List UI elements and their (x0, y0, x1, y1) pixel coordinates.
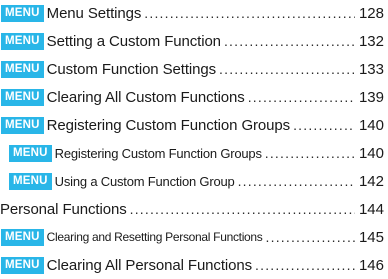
toc-entry-clearing-resetting-personal-functions[interactable]: MENU Clearing and Resetting Personal Fun… (0, 224, 388, 250)
toc-entry-menu-settings[interactable]: MENU Menu Settings 128 (0, 0, 388, 26)
dot-leader (144, 5, 355, 21)
toc-entry-page: 133 (358, 60, 384, 78)
dot-leader (293, 117, 355, 133)
toc-entry-page: 140 (358, 144, 384, 162)
toc-entry-title: Registering Custom Function Groups (46, 116, 291, 134)
toc-entry-clearing-all-custom-functions[interactable]: MENU Clearing All Custom Functions 139 (0, 84, 388, 110)
table-of-contents: MENU Menu Settings 128 MENU Setting a Cu… (0, 0, 388, 279)
toc-entry-personal-functions[interactable]: Personal Functions 144 (0, 196, 388, 222)
menu-badge: MENU (9, 172, 52, 190)
toc-entry-page: 142 (358, 172, 384, 190)
dot-leader (265, 145, 355, 161)
toc-entry-title: Using a Custom Function Group (54, 173, 235, 189)
toc-entry-title: Personal Functions (0, 200, 127, 218)
menu-badge: MENU (9, 144, 52, 162)
dot-leader (224, 33, 355, 49)
toc-entry-title: Clearing All Custom Functions (46, 88, 245, 106)
dot-leader (255, 257, 355, 273)
menu-badge: MENU (1, 32, 44, 50)
toc-subentry-using-custom-function-group[interactable]: MENU Using a Custom Function Group 142 (0, 168, 388, 194)
menu-badge: MENU (1, 256, 44, 274)
toc-entry-setting-custom-function[interactable]: MENU Setting a Custom Function 132 (0, 28, 388, 54)
menu-badge: MENU (1, 4, 44, 22)
toc-entry-page: 132 (358, 32, 384, 50)
menu-badge: MENU (1, 116, 44, 134)
dot-leader (219, 61, 355, 77)
toc-entry-page: 145 (358, 228, 384, 246)
dot-leader (248, 89, 355, 105)
dot-leader (266, 229, 355, 245)
toc-entry-title: Registering Custom Function Groups (54, 145, 262, 161)
toc-entry-clearing-all-personal-functions[interactable]: MENU Clearing All Personal Functions 146 (0, 252, 388, 278)
dot-leader (130, 201, 355, 217)
toc-entry-page: 140 (358, 116, 384, 134)
toc-entry-title: Clearing and Resetting Personal Function… (46, 230, 263, 244)
menu-badge: MENU (1, 228, 44, 246)
toc-entry-title: Menu Settings (46, 4, 142, 22)
toc-entry-title: Custom Function Settings (46, 60, 217, 78)
toc-entry-custom-function-settings[interactable]: MENU Custom Function Settings 133 (0, 56, 388, 82)
toc-entry-page: 139 (358, 88, 384, 106)
dot-leader (238, 173, 355, 189)
toc-subentry-registering-custom-function-groups[interactable]: MENU Registering Custom Function Groups … (0, 140, 388, 166)
toc-entry-registering-custom-function-groups[interactable]: MENU Registering Custom Function Groups … (0, 112, 388, 138)
toc-entry-page: 128 (358, 4, 384, 22)
toc-entry-title: Setting a Custom Function (46, 32, 221, 50)
menu-badge: MENU (1, 60, 44, 78)
toc-entry-page: 146 (358, 256, 384, 274)
menu-badge: MENU (1, 88, 44, 106)
toc-entry-page: 144 (358, 200, 384, 218)
toc-entry-title: Clearing All Personal Functions (46, 256, 253, 274)
